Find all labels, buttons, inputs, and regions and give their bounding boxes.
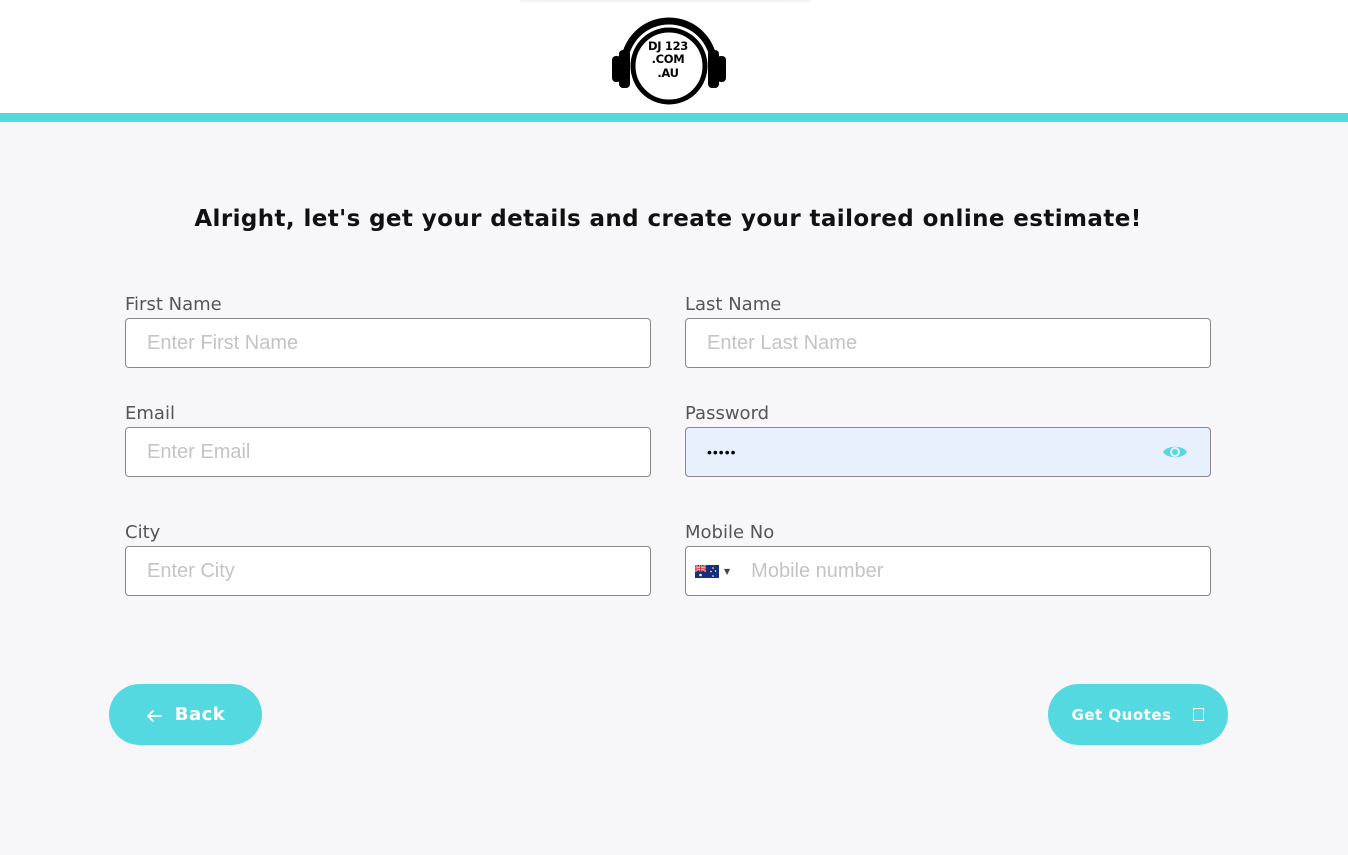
australia-flag-icon	[695, 564, 719, 578]
first-name-input[interactable]	[126, 319, 650, 367]
city-field[interactable]	[125, 546, 651, 596]
header-accent-bar	[0, 113, 1348, 122]
arrow-left-icon	[146, 709, 162, 722]
logo-text: DJ 123 .COM .AU	[640, 23, 696, 97]
logo-line-2: .COM	[651, 52, 685, 67]
box-icon	[1193, 708, 1205, 721]
get-quotes-button-label: Get Quotes	[1071, 705, 1172, 724]
email-input[interactable]	[126, 428, 650, 476]
last-name-label: Last Name	[685, 294, 782, 315]
email-field[interactable]	[125, 427, 651, 477]
logo-line-3: .AU	[657, 65, 679, 80]
city-input[interactable]	[126, 547, 650, 595]
back-button-label: Back	[174, 704, 226, 725]
mobile-input[interactable]	[730, 547, 1210, 595]
first-name-label: First Name	[125, 294, 222, 315]
page-heading: Alright, let's get your details and crea…	[194, 206, 1142, 232]
country-selector[interactable]: ▼	[686, 564, 730, 578]
email-label: Email	[125, 403, 175, 424]
logo-line-1: DJ 123	[647, 38, 689, 53]
first-name-field[interactable]	[125, 318, 651, 368]
last-name-field[interactable]	[685, 318, 1211, 368]
mobile-field[interactable]: ▼	[685, 546, 1211, 596]
password-input[interactable]: •••••	[686, 444, 1162, 460]
password-label: Password	[685, 403, 770, 424]
eye-icon[interactable]	[1162, 442, 1188, 462]
city-label: City	[125, 522, 161, 543]
back-button[interactable]: Back	[109, 684, 262, 745]
password-field[interactable]: •••••	[685, 427, 1211, 477]
last-name-input[interactable]	[686, 319, 1210, 367]
header-shadow	[520, 0, 810, 4]
get-quotes-button[interactable]: Get Quotes	[1048, 684, 1228, 745]
mobile-label: Mobile No	[685, 522, 775, 543]
